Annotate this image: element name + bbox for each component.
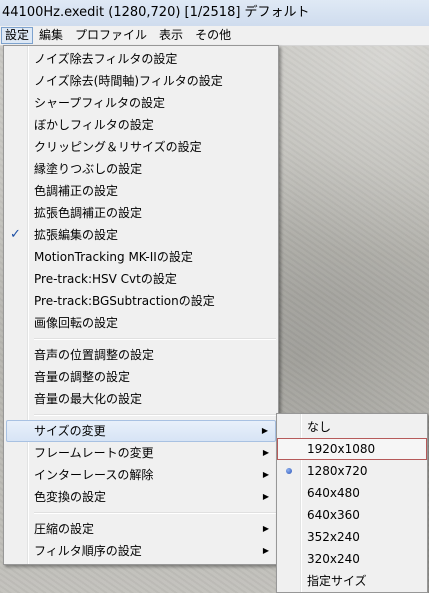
menu-item-audio-position[interactable]: 音声の位置調整の設定 bbox=[4, 344, 278, 366]
menu-item-label: フレームレートの変更 bbox=[34, 446, 154, 460]
menu-item-label: ノイズ除去フィルタの設定 bbox=[34, 52, 178, 66]
menu-item-label: 縁塗りつぶしの設定 bbox=[34, 162, 143, 176]
menu-item-noise-filter[interactable]: ノイズ除去フィルタの設定 bbox=[4, 48, 278, 70]
menu-item-color-convert[interactable]: 色変換の設定 ▶ bbox=[4, 486, 278, 508]
menu-item-label: 拡張色調補正の設定 bbox=[34, 206, 143, 220]
menu-item-label: 1280x720 bbox=[307, 464, 368, 478]
size-option-640x480[interactable]: 640x480 bbox=[277, 482, 427, 504]
size-option-custom[interactable]: 指定サイズ bbox=[277, 570, 427, 592]
menu-item-filter-order[interactable]: フィルタ順序の設定 ▶ bbox=[4, 540, 278, 562]
menu-item-label: 色変換の設定 bbox=[34, 490, 107, 504]
menu-item-volume-adjust[interactable]: 音量の調整の設定 bbox=[4, 366, 278, 388]
menu-item-framerate[interactable]: フレームレートの変更 ▶ bbox=[4, 442, 278, 464]
window-titlebar: 44100Hz.exedit (1280,720) [1/2518] デフォルト bbox=[0, 0, 429, 27]
menu-item-label: フィルタ順序の設定 bbox=[34, 544, 142, 558]
menu-item-label: 1920x1080 bbox=[307, 442, 376, 456]
menu-item-label: クリッピング＆リサイズの設定 bbox=[34, 140, 202, 154]
menu-item-label: MotionTracking MK-IIの設定 bbox=[34, 250, 193, 264]
menu-item-label: 拡張編集の設定 bbox=[34, 228, 119, 242]
menu-item-clipping-resize[interactable]: クリッピング＆リサイズの設定 bbox=[4, 136, 278, 158]
submenu-arrow-icon: ▶ bbox=[261, 426, 268, 435]
window-title: 44100Hz.exedit (1280,720) [1/2518] デフォルト bbox=[2, 5, 310, 20]
menu-item-label: 音量の最大化の設定 bbox=[34, 392, 143, 406]
settings-dropdown: ノイズ除去フィルタの設定 ノイズ除去(時間軸)フィルタの設定 シャープフィルタの… bbox=[3, 45, 279, 565]
menu-profile[interactable]: プロファイル bbox=[69, 27, 153, 44]
size-option-none[interactable]: なし bbox=[277, 416, 427, 438]
menu-item-deinterlace[interactable]: インターレースの解除 ▶ bbox=[4, 464, 278, 486]
menu-separator bbox=[34, 338, 276, 340]
menu-item-pretrack-hsv[interactable]: Pre-track:HSV Cvtの設定 bbox=[4, 268, 278, 290]
size-option-352x240[interactable]: 352x240 bbox=[277, 526, 427, 548]
menu-item-noise-time-filter[interactable]: ノイズ除去(時間軸)フィルタの設定 bbox=[4, 70, 278, 92]
size-option-1280x720[interactable]: 1280x720 bbox=[277, 460, 427, 482]
menu-item-color-correction[interactable]: 色調補正の設定 bbox=[4, 180, 278, 202]
menu-view[interactable]: 表示 bbox=[153, 27, 189, 44]
menu-edit[interactable]: 編集 bbox=[33, 27, 69, 44]
menu-item-label: シャープフィルタの設定 bbox=[34, 96, 166, 110]
menu-separator bbox=[34, 414, 276, 416]
menu-item-ext-edit[interactable]: ✓ 拡張編集の設定 bbox=[4, 224, 278, 246]
menu-item-label: 640x360 bbox=[307, 508, 360, 522]
checkmark-icon: ✓ bbox=[10, 227, 21, 242]
menu-item-label: 色調補正の設定 bbox=[34, 184, 119, 198]
menu-item-label: 指定サイズ bbox=[307, 574, 367, 588]
menu-item-label: 320x240 bbox=[307, 552, 360, 566]
submenu-arrow-icon: ▶ bbox=[262, 492, 269, 501]
menu-separator bbox=[34, 512, 276, 514]
size-option-320x240[interactable]: 320x240 bbox=[277, 548, 427, 570]
menu-item-motiontracking[interactable]: MotionTracking MK-IIの設定 bbox=[4, 246, 278, 268]
radio-selected-icon bbox=[286, 468, 292, 474]
menu-item-label: 圧縮の設定 bbox=[34, 522, 95, 536]
menu-item-label: ぼかしフィルタの設定 bbox=[34, 118, 154, 132]
menu-item-pretrack-bgsub[interactable]: Pre-track:BGSubtractionの設定 bbox=[4, 290, 278, 312]
menu-item-label: 352x240 bbox=[307, 530, 360, 544]
submenu-arrow-icon: ▶ bbox=[262, 524, 269, 533]
menu-item-resize[interactable]: サイズの変更 ▶ bbox=[6, 420, 276, 442]
menu-item-label: Pre-track:BGSubtractionの設定 bbox=[34, 294, 215, 308]
menu-item-ext-color-correction[interactable]: 拡張色調補正の設定 bbox=[4, 202, 278, 224]
size-option-1920x1080[interactable]: 1920x1080 bbox=[277, 438, 427, 460]
menu-item-border-fill[interactable]: 縁塗りつぶしの設定 bbox=[4, 158, 278, 180]
menu-item-blur-filter[interactable]: ぼかしフィルタの設定 bbox=[4, 114, 278, 136]
size-option-640x360[interactable]: 640x360 bbox=[277, 504, 427, 526]
menu-item-label: 640x480 bbox=[307, 486, 360, 500]
menu-item-label: インターレースの解除 bbox=[34, 468, 154, 482]
menu-item-label: 画像回転の設定 bbox=[34, 316, 119, 330]
menu-item-volume-maximize[interactable]: 音量の最大化の設定 bbox=[4, 388, 278, 410]
menu-item-label: なし bbox=[307, 420, 332, 434]
menu-settings[interactable]: 設定 bbox=[1, 27, 34, 44]
menu-item-sharp-filter[interactable]: シャープフィルタの設定 bbox=[4, 92, 278, 114]
menu-item-label: 音量の調整の設定 bbox=[34, 370, 131, 384]
submenu-arrow-icon: ▶ bbox=[262, 546, 269, 555]
menu-item-label: Pre-track:HSV Cvtの設定 bbox=[34, 272, 177, 286]
menu-other[interactable]: その他 bbox=[189, 27, 237, 44]
submenu-arrow-icon: ▶ bbox=[262, 448, 269, 457]
menu-item-image-rotate[interactable]: 画像回転の設定 bbox=[4, 312, 278, 334]
menu-item-compression[interactable]: 圧縮の設定 ▶ bbox=[4, 518, 278, 540]
resize-submenu: なし 1920x1080 1280x720 640x480 640x360 35… bbox=[276, 413, 428, 593]
menu-item-label: サイズの変更 bbox=[34, 424, 106, 438]
menu-item-label: 音声の位置調整の設定 bbox=[34, 348, 155, 362]
menu-item-label: ノイズ除去(時間軸)フィルタの設定 bbox=[34, 74, 223, 88]
submenu-arrow-icon: ▶ bbox=[262, 470, 269, 479]
menubar: 設定 編集 プロファイル 表示 その他 bbox=[0, 26, 429, 46]
